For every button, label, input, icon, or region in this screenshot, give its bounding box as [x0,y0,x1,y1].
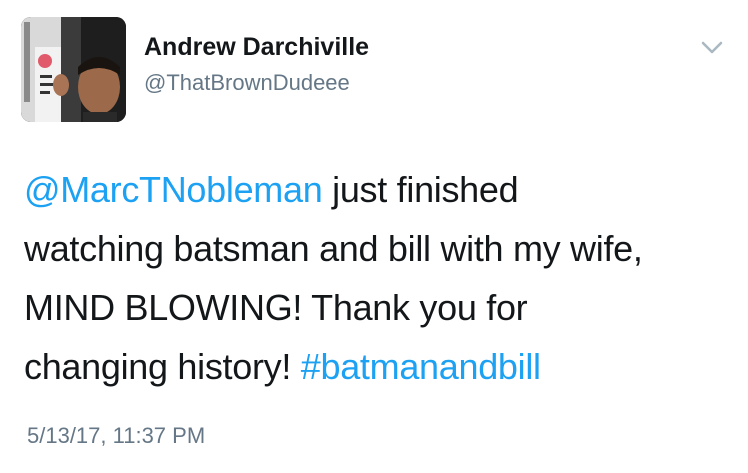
chevron-down-icon[interactable] [698,38,726,58]
tweet-card: Andrew Darchiville @ThatBrownDudeee @Mar… [0,0,748,473]
tweet-line-3: MIND BLOWING! Thank you for [24,287,528,328]
tweet-line-2: watching batsman and bill with my wife, [24,228,643,269]
avatar[interactable] [21,17,126,122]
profile-photo-icon [21,17,126,122]
tweet-timestamp[interactable]: 5/13/17, 11:37 PM [27,423,205,449]
tweet-text-segment: just finished [322,169,519,210]
mention-link[interactable]: @MarcTNobleman [24,169,323,210]
tweet-line-1: @MarcTNobleman just finished [24,160,734,219]
tweet-text-segment: changing history! [24,346,301,387]
tweet-text: @MarcTNobleman just finished watching ba… [24,160,734,396]
author-handle[interactable]: @ThatBrownDudeee [144,70,350,96]
author-display-name[interactable]: Andrew Darchiville [144,33,369,62]
hashtag-link[interactable]: #batmanandbill [301,346,541,387]
tweet-line-4: changing history! #batmanandbill [24,337,734,396]
